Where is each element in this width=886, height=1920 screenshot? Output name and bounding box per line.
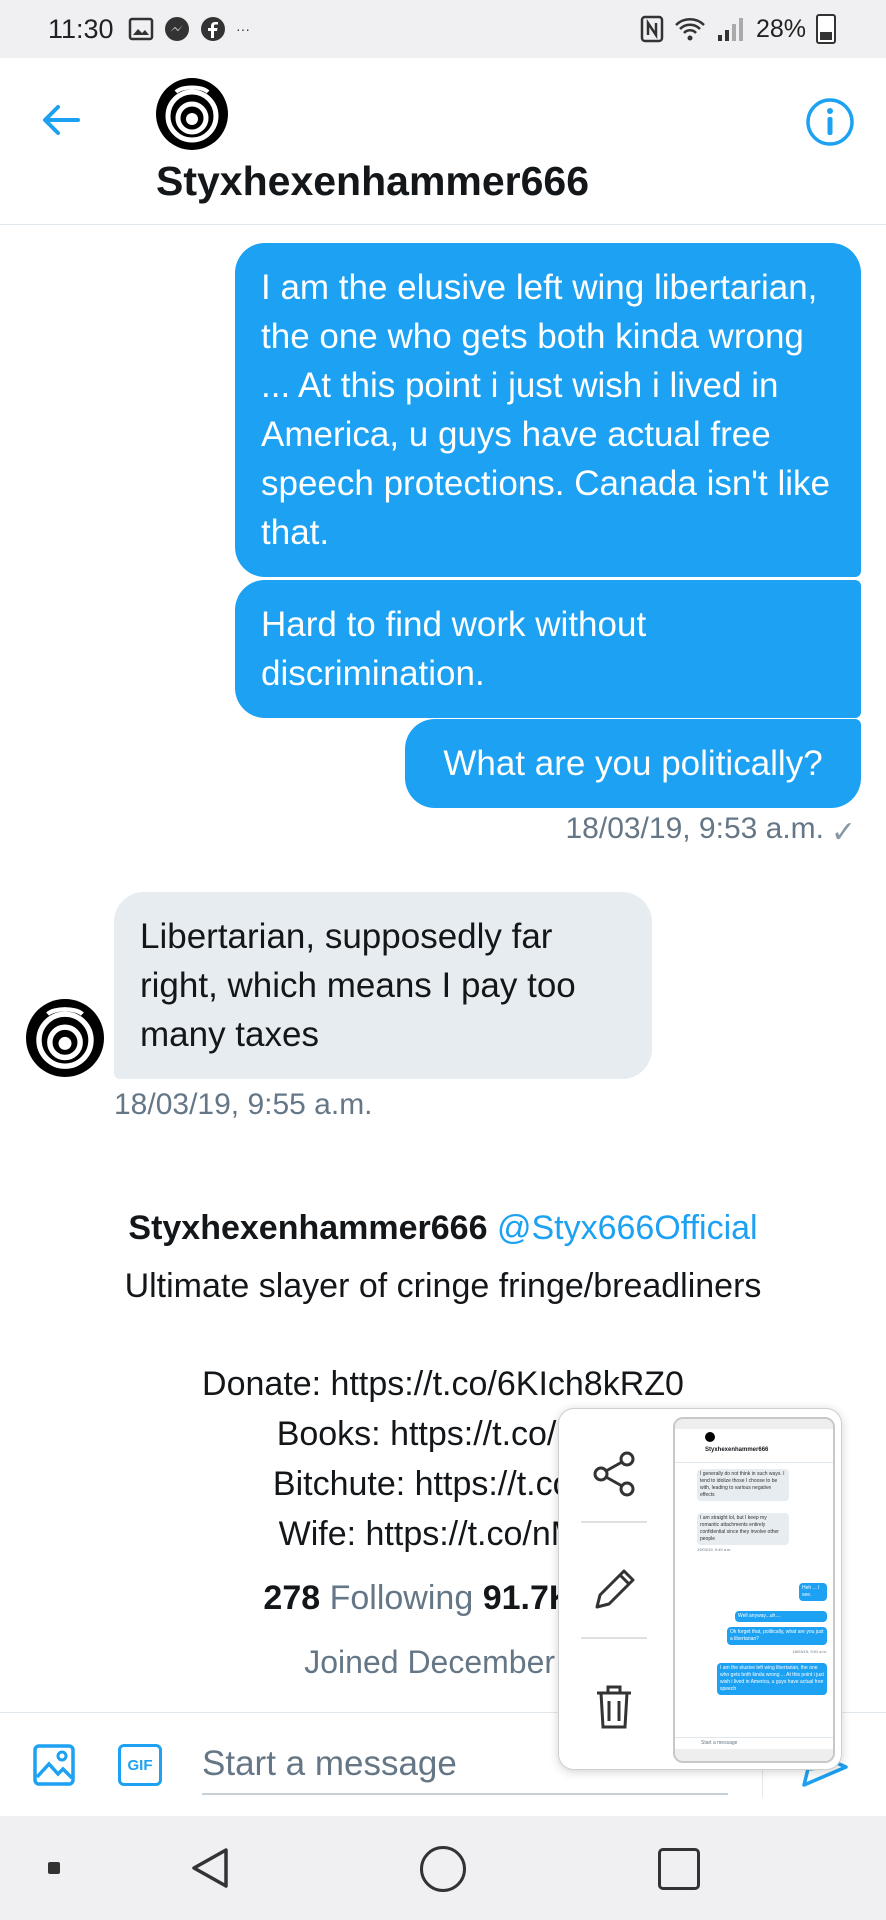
thumb-avatar — [705, 1432, 715, 1442]
system-navigation-bar — [0, 1816, 886, 1920]
share-icon[interactable] — [589, 1449, 639, 1499]
notification-icons: ··· — [128, 16, 250, 42]
donate-link[interactable]: Donate: https://t.co/6KIch8kRZ0 — [0, 1359, 886, 1409]
status-time: 11:30 — [48, 14, 114, 44]
outgoing-message[interactable]: I am the elusive left wing libertarian, … — [235, 243, 861, 577]
thumb-outgoing-message: Ok forget that, politically, what are yo… — [727, 1627, 827, 1645]
status-bar: 11:30 ··· 28% — [0, 0, 886, 58]
outgoing-message[interactable]: What are you politically? — [405, 719, 861, 808]
info-icon[interactable] — [804, 96, 856, 148]
profile-name[interactable]: Styxhexenhammer666 — [128, 1209, 487, 1247]
messenger-icon — [165, 17, 189, 41]
screenshot-thumbnail[interactable]: Styxhexenhammer666 I generally do not th… — [673, 1417, 835, 1763]
avatar[interactable] — [156, 78, 228, 150]
gallery-icon — [128, 17, 154, 41]
sent-check-icon: ✓ — [830, 816, 856, 849]
thumb-incoming-message: I am straight lol, but I keep my romanti… — [697, 1513, 789, 1545]
thumb-outgoing-message: Heh ... I see. — [799, 1583, 827, 1601]
nfc-icon — [640, 15, 664, 43]
profile-bio: Ultimate slayer of cringe fringe/breadli… — [124, 1267, 762, 1305]
toolbar-divider — [581, 1637, 647, 1639]
system-icons: 28% — [640, 14, 836, 44]
nav-hint-icon — [48, 1862, 60, 1874]
thumb-timestamp: 18/03/19, 9:51 a.m. — [792, 1649, 827, 1654]
gif-button[interactable]: GIF — [118, 1744, 162, 1786]
avatar-logo-icon — [28, 1001, 102, 1075]
following-label[interactable]: Following — [330, 1579, 474, 1617]
profile-handle[interactable]: @Styx666Official — [497, 1209, 758, 1247]
battery-icon — [816, 14, 836, 44]
thumb-name: Styxhexenhammer666 — [705, 1447, 769, 1453]
thumb-incoming-message: I generally do not think in such ways. I… — [697, 1469, 789, 1501]
thumb-header: Styxhexenhammer666 — [675, 1429, 833, 1463]
thumb-nav-bar — [675, 1749, 833, 1761]
conversation-header: Styxhexenhammer666 — [0, 58, 886, 225]
toolbar-divider — [581, 1521, 647, 1523]
back-arrow-icon[interactable] — [38, 98, 82, 142]
thumb-status-bar — [675, 1419, 833, 1429]
message-timestamp: 18/03/19, 9:55 a.m. — [114, 1088, 373, 1121]
facebook-icon — [201, 17, 225, 41]
sender-avatar[interactable] — [26, 999, 104, 1077]
nav-back-icon[interactable] — [186, 1844, 234, 1892]
avatar-logo-icon — [158, 80, 226, 148]
wifi-icon — [675, 18, 705, 41]
battery-percent: 28% — [755, 14, 806, 43]
screenshot-preview-panel: Styxhexenhammer666 I generally do not th… — [558, 1408, 842, 1770]
outgoing-message[interactable]: Hard to find work without discrimination… — [235, 580, 861, 718]
more-icon: ··· — [236, 21, 250, 37]
following-count[interactable]: 278 — [263, 1579, 320, 1617]
profile-name-line: Styxhexenhammer666 @Styx666Official — [0, 1200, 886, 1256]
nav-home-icon[interactable] — [420, 1846, 466, 1892]
thumb-timestamp: 19/03/19, 9:49 a.m. — [697, 1547, 732, 1552]
message-timestamp: 18/03/19, 9:53 a.m. — [565, 812, 824, 845]
thumb-outgoing-message: Well anyway...uh.... — [735, 1611, 827, 1622]
signal-icon — [717, 18, 743, 41]
pencil-icon[interactable] — [589, 1565, 639, 1615]
incoming-message[interactable]: Libertarian, supposedly far right, which… — [114, 892, 652, 1079]
thumb-outgoing-message: I am the elusive left wing libertarian, … — [717, 1663, 827, 1695]
nav-recents-icon[interactable] — [658, 1848, 700, 1890]
conversation-title[interactable]: Styxhexenhammer666 — [156, 158, 589, 205]
image-icon[interactable] — [32, 1743, 76, 1787]
trash-icon[interactable] — [589, 1681, 639, 1731]
thumb-composer: Start a message — [675, 1737, 833, 1749]
